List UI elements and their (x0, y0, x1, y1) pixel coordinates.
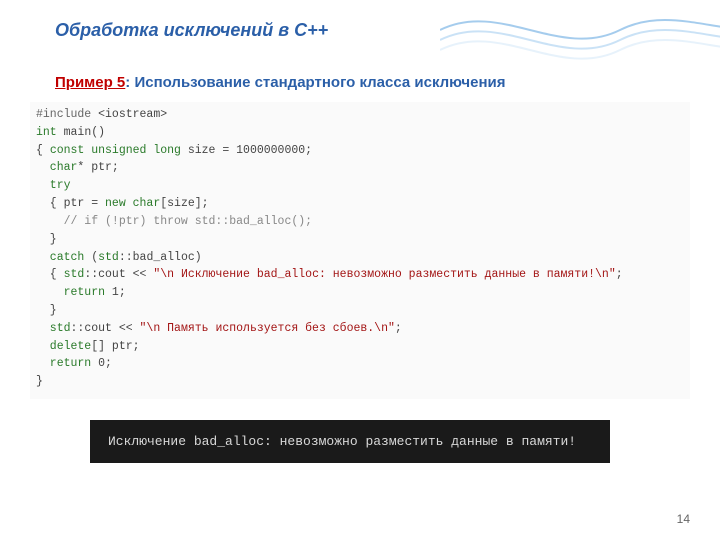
code-token: ::cout << (71, 322, 140, 335)
code-token: { ptr = (36, 197, 105, 210)
code-token: <iostream> (98, 108, 167, 121)
code-token: } (36, 304, 57, 317)
code-token: char (36, 161, 77, 174)
code-token: std (98, 251, 119, 264)
code-token: return (36, 286, 105, 299)
subtitle-text: Использование стандартного класса исключ… (134, 74, 505, 91)
code-token: new char (105, 197, 160, 210)
console-output: Исключение bad_alloc: невозможно размест… (90, 420, 610, 463)
code-token: } (36, 375, 43, 388)
code-token: 0; (91, 357, 112, 370)
code-token: size = 1000000000; (181, 144, 312, 157)
code-token: std (36, 322, 71, 335)
decorative-wave (440, 0, 720, 80)
example-number: Пример 5 (55, 74, 125, 91)
code-comment: // if (!ptr) throw std::bad_alloc(); (36, 215, 312, 228)
code-token: ( (84, 251, 98, 264)
code-string: "\n Исключение bad_alloc: невозможно раз… (153, 268, 615, 281)
code-token: ::cout << (84, 268, 153, 281)
code-token: [] ptr; (91, 340, 139, 353)
page-number: 14 (677, 512, 690, 526)
code-token: 1; (105, 286, 126, 299)
code-token: [size]; (160, 197, 208, 210)
slide-title: Обработка исключений в С++ (55, 20, 328, 41)
console-line: Исключение bad_alloc: невозможно размест… (108, 434, 576, 449)
code-token: ; (616, 268, 623, 281)
code-token: const unsigned long (50, 144, 181, 157)
code-token: #include (36, 108, 98, 121)
code-token: try (36, 179, 71, 192)
code-token: return (36, 357, 91, 370)
code-block: #include <iostream> int main() { const u… (30, 102, 690, 399)
code-token: { (36, 268, 64, 281)
code-token: std (64, 268, 85, 281)
code-token: catch (36, 251, 84, 264)
code-string: "\n Память используется без сбоев.\n" (140, 322, 395, 335)
code-token: } (36, 233, 57, 246)
example-subtitle: Пример 5: Использование стандартного кла… (55, 74, 506, 91)
code-token: delete (36, 340, 91, 353)
code-token: { (36, 144, 50, 157)
code-token: ::bad_alloc) (119, 251, 202, 264)
code-token: * ptr; (77, 161, 118, 174)
code-token: main() (57, 126, 105, 139)
code-token: int (36, 126, 57, 139)
code-token: ; (395, 322, 402, 335)
